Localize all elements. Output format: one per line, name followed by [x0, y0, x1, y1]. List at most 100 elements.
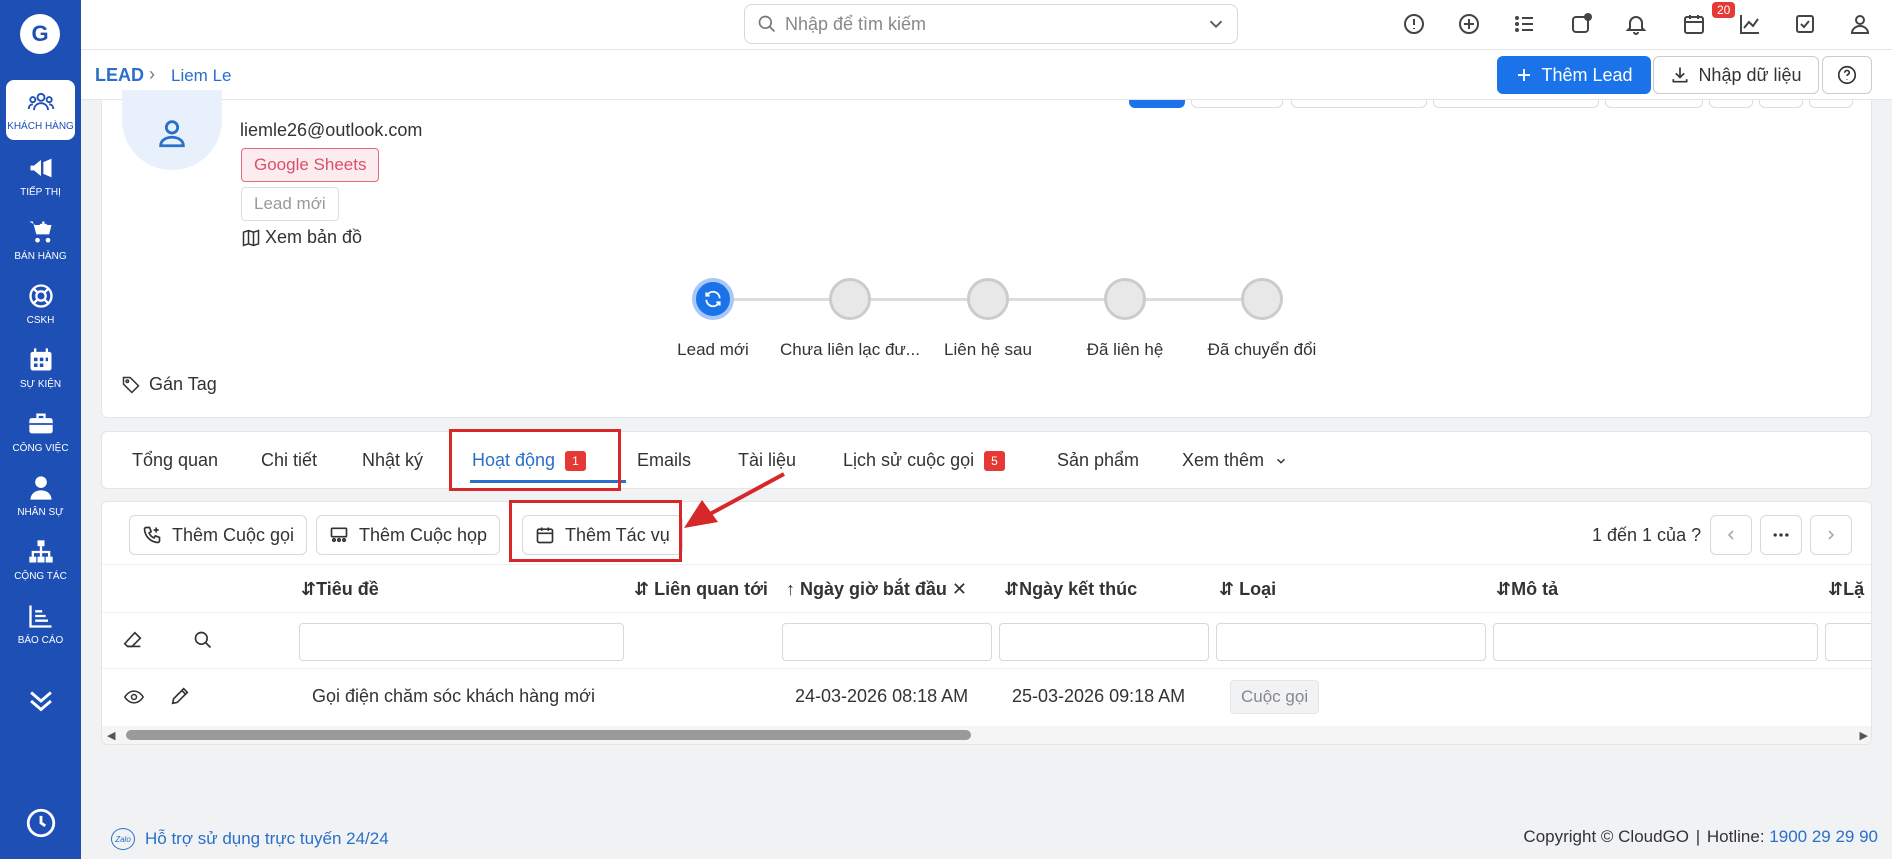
- header-action-stub[interactable]: [1809, 100, 1853, 108]
- filter-description-input[interactable]: [1493, 623, 1818, 661]
- avatar[interactable]: [122, 90, 222, 170]
- hotline-number[interactable]: 1900 29 29 90: [1769, 827, 1878, 846]
- pagination-total-unknown[interactable]: ?: [1691, 525, 1701, 545]
- cell-title[interactable]: Gọi điện chăm sóc khách hàng mới: [312, 686, 595, 707]
- tab-documents[interactable]: Tài liệu: [738, 450, 796, 471]
- header-action-stub[interactable]: [1605, 100, 1703, 108]
- expand-sidebar-icon[interactable]: [24, 684, 58, 718]
- tab-products[interactable]: Sản phẩm: [1057, 450, 1139, 471]
- tab-more[interactable]: Xem thêm: [1182, 450, 1288, 471]
- sidebar-item-label: CÔNG VIỆC: [12, 443, 69, 454]
- pipeline-stage[interactable]: Lead mới: [638, 278, 788, 360]
- column-type[interactable]: ⇵ Loại: [1219, 579, 1276, 600]
- tab-overview[interactable]: Tổng quan: [132, 450, 218, 471]
- bell-icon[interactable]: [1622, 10, 1650, 38]
- support-link[interactable]: Zalo Hỗ trợ sử dụng trực tuyến 24/24: [111, 828, 389, 850]
- sidebar-item-marketing[interactable]: TIẾP THỊ: [0, 146, 81, 206]
- cart-icon: [28, 221, 51, 243]
- column-title[interactable]: ⇵Tiêu đề: [301, 579, 379, 600]
- filter-start-input[interactable]: [782, 623, 992, 661]
- filter-repeat-input[interactable]: [1825, 623, 1871, 661]
- header-action-stub[interactable]: [1291, 100, 1427, 108]
- pipeline-stage[interactable]: Đã chuyển đổi: [1187, 278, 1337, 360]
- header-action-stub[interactable]: [1759, 100, 1803, 108]
- sidebar-item-tasks[interactable]: CÔNG VIỆC: [0, 402, 81, 462]
- list-icon[interactable]: [1511, 10, 1539, 38]
- horizontal-scrollbar[interactable]: ◀ ▶: [102, 726, 1871, 744]
- cell-start: 24-03-2026 08:18 AM: [795, 686, 969, 706]
- lead-email[interactable]: liemle26@outlook.com: [240, 120, 422, 141]
- more-options-button[interactable]: [1760, 515, 1802, 555]
- sidebar-item-customers[interactable]: KHÁCH HÀNG: [6, 80, 75, 140]
- scrollbar-thumb[interactable]: [126, 730, 971, 740]
- top-bar: 20: [81, 0, 1892, 50]
- column-related[interactable]: ⇵ Liên quan tới: [634, 579, 768, 600]
- prev-page-button[interactable]: [1710, 515, 1752, 555]
- next-page-button[interactable]: [1810, 515, 1852, 555]
- lead-status-badge: Lead mới: [241, 187, 339, 221]
- call-history-count-badge: 5: [984, 450, 1005, 471]
- tab-emails[interactable]: Emails: [637, 450, 691, 471]
- column-start[interactable]: ↑ Ngày giờ bắt đầu ✕: [786, 579, 967, 600]
- add-call-button[interactable]: Thêm Cuộc gọi: [129, 515, 308, 555]
- pipeline-stage[interactable]: Liên hệ sau: [913, 278, 1063, 360]
- add-meeting-button[interactable]: Thêm Cuộc họp: [316, 515, 501, 555]
- user-profile-icon[interactable]: [1846, 10, 1874, 38]
- history-clock-icon[interactable]: [24, 806, 58, 840]
- chevron-down-icon[interactable]: [1205, 13, 1227, 35]
- sidebar-item-events[interactable]: SỰ KIỆN: [0, 338, 81, 398]
- chevron-left-icon: [1727, 530, 1734, 540]
- filter-type-input[interactable]: [1216, 623, 1486, 661]
- sidebar-item-support[interactable]: CSKH: [0, 274, 81, 334]
- chart-line-icon[interactable]: [1736, 10, 1764, 38]
- add-lead-button[interactable]: Thêm Lead: [1497, 56, 1651, 94]
- scroll-left-icon[interactable]: ◀: [107, 729, 115, 742]
- add-circle-icon[interactable]: [1455, 10, 1483, 38]
- breadcrumb-record[interactable]: Liem Le: [171, 66, 231, 86]
- header-action-stub[interactable]: [1433, 100, 1599, 108]
- checkbox-icon[interactable]: [1791, 10, 1819, 38]
- global-search[interactable]: [744, 4, 1238, 44]
- person-outline-icon: [159, 120, 185, 148]
- filter-end-input[interactable]: [999, 623, 1209, 661]
- calendar-icon[interactable]: [1680, 10, 1708, 38]
- breadcrumb-module-link[interactable]: LEAD: [95, 65, 144, 86]
- column-description[interactable]: ⇵Mô tả: [1496, 579, 1558, 600]
- tab-log[interactable]: Nhật ký: [362, 450, 423, 471]
- cloudgo-logo[interactable]: G: [20, 14, 60, 54]
- column-end[interactable]: ⇵Ngày kết thúc: [1004, 579, 1137, 600]
- header-action-stub[interactable]: [1709, 100, 1753, 108]
- sidebar-item-sales[interactable]: BÁN HÀNG: [0, 210, 81, 270]
- assign-tag[interactable]: Gán Tag: [121, 374, 217, 395]
- header-action-stub[interactable]: [1129, 100, 1185, 108]
- pipeline-stage[interactable]: Đã liên hệ: [1050, 278, 1200, 360]
- pipeline-stage-label: Đã liên hệ: [1086, 340, 1164, 359]
- tab-detail[interactable]: Chi tiết: [261, 450, 317, 471]
- view-eye-icon[interactable]: [122, 687, 146, 712]
- plus-icon: [1518, 69, 1531, 81]
- search-icon[interactable]: [193, 630, 213, 655]
- help-button[interactable]: [1822, 56, 1872, 94]
- import-data-button[interactable]: Nhập dữ liệu: [1653, 56, 1819, 94]
- header-action-stub[interactable]: [1191, 100, 1283, 108]
- edit-pencil-icon[interactable]: [169, 685, 191, 712]
- view-map-link[interactable]: Xem bản đồ: [241, 227, 362, 248]
- chevron-down-icon: [1277, 458, 1286, 464]
- eraser-icon[interactable]: [122, 629, 144, 656]
- cell-end: 25-03-2026 09:18 AM: [1012, 686, 1186, 706]
- table-row[interactable]: Gọi điện chăm sóc khách hàng mới 24-03-2…: [102, 668, 1871, 724]
- column-repeat[interactable]: ⇵Lặ: [1828, 579, 1864, 600]
- sidebar-item-hr[interactable]: NHÂN SỰ: [0, 466, 81, 526]
- pagination-range: 1 đến 1 của: [1592, 525, 1687, 545]
- clear-sort-icon[interactable]: ✕: [952, 579, 967, 599]
- filter-title-input[interactable]: [299, 623, 624, 661]
- pipeline-stage[interactable]: Chưa liên lạc đư...: [775, 278, 925, 360]
- sidebar-item-reports[interactable]: BÁO CÁO: [0, 594, 81, 654]
- sidebar-item-collab[interactable]: CỘNG TÁC: [0, 530, 81, 590]
- tab-call-history[interactable]: Lịch sử cuộc gọi 5: [843, 450, 1005, 471]
- scroll-right-icon[interactable]: ▶: [1860, 729, 1868, 742]
- alert-circle-icon[interactable]: [1400, 10, 1428, 38]
- add-call-label: Thêm Cuộc gọi: [172, 524, 295, 545]
- search-input[interactable]: [785, 13, 1205, 35]
- refresh-dot-icon[interactable]: [1567, 10, 1595, 38]
